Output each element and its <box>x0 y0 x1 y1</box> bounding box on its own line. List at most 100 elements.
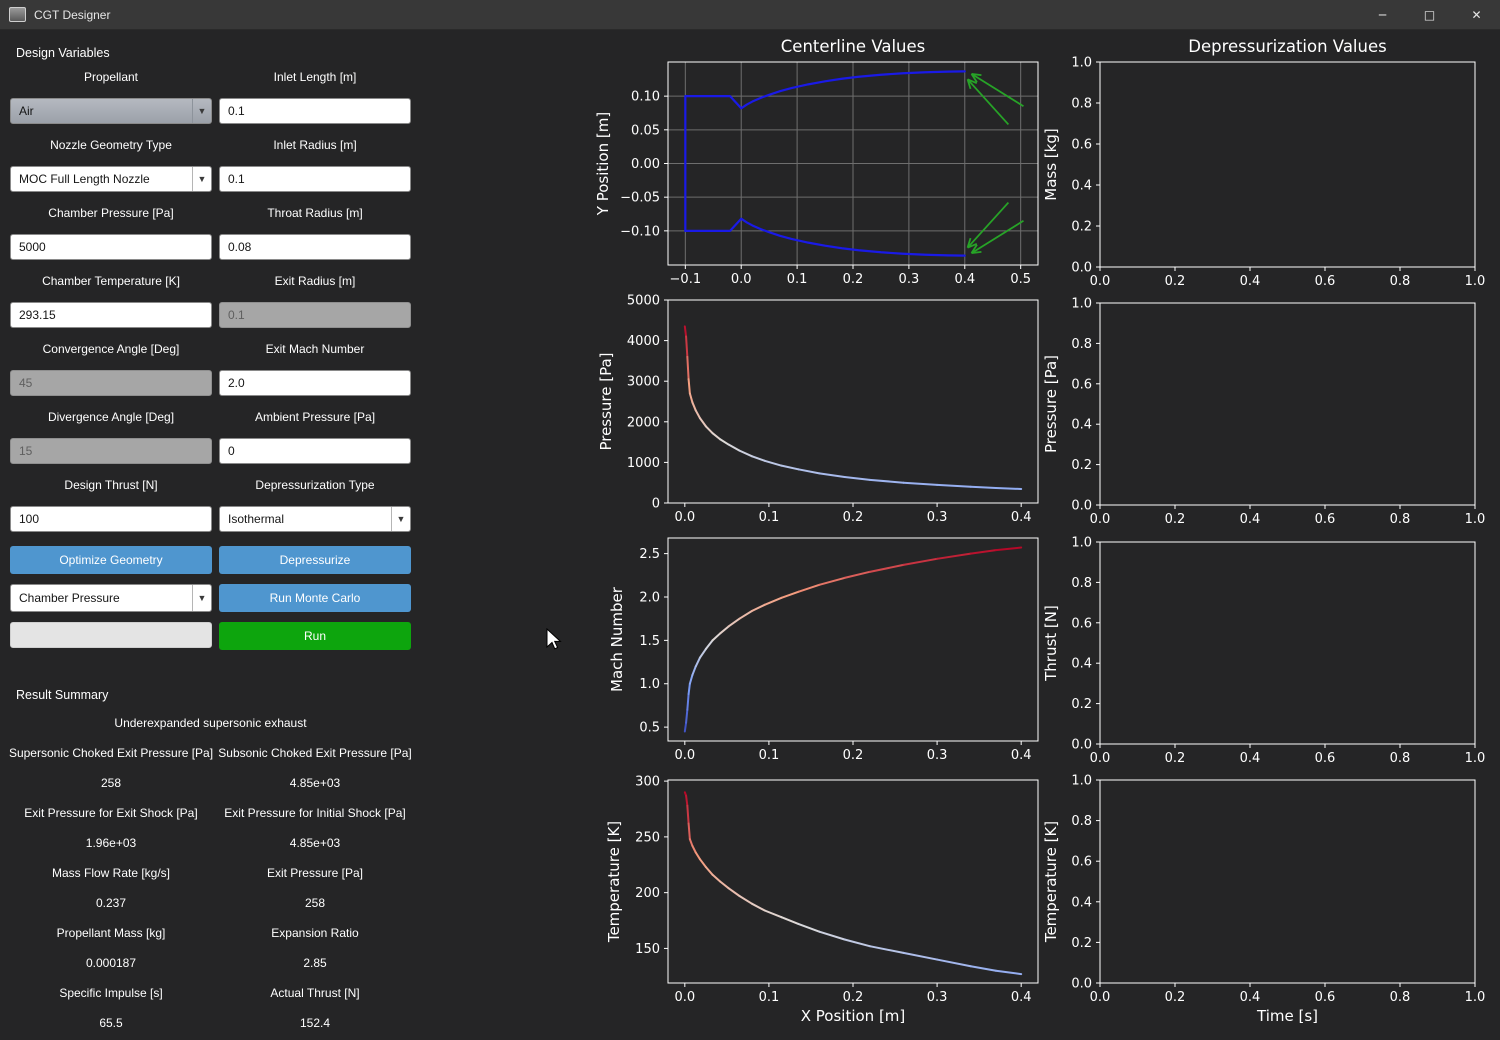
result-label: Supersonic Choked Exit Pressure [Pa] <box>10 738 212 768</box>
depressurization-type-select[interactable]: Isothermal ▼ <box>219 506 411 532</box>
svg-text:150: 150 <box>635 942 660 957</box>
results-grid: Underexpanded supersonic exhaust Superso… <box>10 708 424 1038</box>
svg-text:0.0: 0.0 <box>1071 977 1092 992</box>
ambient-pressure-label: Ambient Pressure [Pa] <box>219 410 411 425</box>
divergence-angle-label: Divergence Angle [Deg] <box>10 410 212 425</box>
design-thrust-label: Design Thrust [N] <box>10 478 212 493</box>
result-value: 1.96e+03 <box>10 828 212 858</box>
svg-text:1.0: 1.0 <box>1465 751 1486 766</box>
result-value: 258 <box>219 888 411 918</box>
depressurize-button[interactable]: Depressurize <box>219 546 411 574</box>
chart-depress-thrust: 0.00.20.40.60.81.00.00.20.40.60.81.0Thru… <box>1042 536 1485 767</box>
svg-text:1.0: 1.0 <box>1071 774 1092 789</box>
svg-text:0.2: 0.2 <box>1071 697 1092 712</box>
svg-text:0.3: 0.3 <box>927 748 948 763</box>
svg-text:0.3: 0.3 <box>927 990 948 1005</box>
exit-mach-label: Exit Mach Number <box>219 342 411 357</box>
design-thrust-input[interactable] <box>10 506 212 532</box>
svg-text:0.0: 0.0 <box>731 272 752 287</box>
svg-text:0.2: 0.2 <box>843 748 864 763</box>
maximize-button[interactable]: □ <box>1406 0 1453 30</box>
chart-depress-temperature: 0.00.20.40.60.81.00.00.20.40.60.81.0Temp… <box>1042 774 1485 1026</box>
svg-text:0.1: 0.1 <box>759 510 780 525</box>
result-value: 0.237 <box>10 888 212 918</box>
svg-text:0.10: 0.10 <box>631 90 660 105</box>
result-value: 152.4 <box>219 1008 411 1038</box>
svg-text:Temperature [K]: Temperature [K] <box>605 821 623 943</box>
result-summary-heading: Result Summary <box>16 688 424 702</box>
throat-radius-label: Throat Radius [m] <box>219 206 411 221</box>
svg-text:0.0: 0.0 <box>674 510 695 525</box>
svg-text:0.0: 0.0 <box>1090 274 1111 289</box>
svg-text:Thrust [N]: Thrust [N] <box>1042 605 1060 682</box>
chart-pressure: 0.00.10.20.30.4010002000300040005000Pres… <box>597 294 1038 526</box>
svg-text:200: 200 <box>635 886 660 901</box>
result-value: 65.5 <box>10 1008 212 1038</box>
svg-text:1.0: 1.0 <box>1071 536 1092 551</box>
svg-text:0.6: 0.6 <box>1071 616 1092 631</box>
chamber-temperature-input[interactable] <box>10 302 212 328</box>
svg-text:0.2: 0.2 <box>1165 512 1186 527</box>
svg-text:1.5: 1.5 <box>639 634 660 649</box>
plot-variable-select[interactable]: Chamber Pressure ▼ <box>10 584 212 612</box>
inlet-length-input[interactable] <box>219 98 411 124</box>
svg-text:Time [s]: Time [s] <box>1256 1007 1318 1025</box>
svg-text:Pressure [Pa]: Pressure [Pa] <box>1042 355 1060 453</box>
result-label: Subsonic Choked Exit Pressure [Pa] <box>219 738 411 768</box>
result-value: 0.000187 <box>10 948 212 978</box>
minimize-button[interactable]: ─ <box>1359 0 1406 30</box>
svg-text:0.4: 0.4 <box>1071 657 1092 672</box>
svg-text:0.6: 0.6 <box>1315 751 1336 766</box>
inlet-radius-input[interactable] <box>219 166 411 192</box>
svg-text:0.4: 0.4 <box>1240 274 1261 289</box>
optimize-geometry-button[interactable]: Optimize Geometry <box>10 546 212 574</box>
svg-text:1.0: 1.0 <box>1071 297 1092 312</box>
svg-text:0.6: 0.6 <box>1071 855 1092 870</box>
svg-text:Mach Number: Mach Number <box>608 586 626 692</box>
chamber-pressure-input[interactable] <box>10 234 212 260</box>
ambient-pressure-input[interactable] <box>219 438 411 464</box>
svg-text:0.8: 0.8 <box>1390 274 1411 289</box>
svg-text:0.8: 0.8 <box>1071 337 1092 352</box>
svg-text:0.3: 0.3 <box>899 272 920 287</box>
exit-mach-input[interactable] <box>219 370 411 396</box>
svg-text:0: 0 <box>652 497 660 512</box>
svg-text:0.6: 0.6 <box>1315 274 1336 289</box>
close-button[interactable]: ✕ <box>1453 0 1500 30</box>
chevron-down-icon: ▼ <box>192 99 211 123</box>
svg-text:0.4: 0.4 <box>1011 510 1032 525</box>
mouse-cursor <box>545 628 567 654</box>
svg-text:0.8: 0.8 <box>1390 512 1411 527</box>
svg-text:5000: 5000 <box>627 294 660 309</box>
svg-text:−0.10: −0.10 <box>620 224 660 239</box>
svg-text:0.1: 0.1 <box>759 990 780 1005</box>
propellant-select[interactable]: Air ▼ <box>10 98 212 124</box>
svg-text:0.4: 0.4 <box>1071 418 1092 433</box>
svg-text:0.4: 0.4 <box>1011 748 1032 763</box>
svg-text:0.4: 0.4 <box>1071 895 1092 910</box>
svg-text:2000: 2000 <box>627 415 660 430</box>
svg-text:−0.05: −0.05 <box>620 191 660 206</box>
svg-text:0.0: 0.0 <box>1090 751 1111 766</box>
svg-text:0.05: 0.05 <box>631 123 660 138</box>
depressurization-type-label: Depressurization Type <box>219 478 411 493</box>
app-icon <box>9 7 26 22</box>
progress-bar <box>10 622 212 648</box>
nozzle-type-select[interactable]: MOC Full Length Nozzle ▼ <box>10 166 212 192</box>
chamber-pressure-label: Chamber Pressure [Pa] <box>10 206 212 221</box>
convergence-angle-input <box>10 370 212 396</box>
run-monte-carlo-button[interactable]: Run Monte Carlo <box>219 584 411 612</box>
svg-text:0.4: 0.4 <box>1011 990 1032 1005</box>
result-label: Specific Impulse [s] <box>10 978 212 1008</box>
svg-text:0.5: 0.5 <box>1010 272 1031 287</box>
run-button[interactable]: Run <box>219 622 411 650</box>
design-variables-heading: Design Variables <box>16 46 424 60</box>
chart-mach-number: 0.00.10.20.30.40.51.01.52.02.5Mach Numbe… <box>608 538 1038 763</box>
result-label: Expansion Ratio <box>219 918 411 948</box>
inlet-radius-label: Inlet Radius [m] <box>219 138 411 153</box>
svg-text:0.4: 0.4 <box>954 272 975 287</box>
svg-text:Depressurization Values: Depressurization Values <box>1188 37 1386 56</box>
svg-text:0.6: 0.6 <box>1071 377 1092 392</box>
exit-radius-label: Exit Radius [m] <box>219 274 411 289</box>
throat-radius-input[interactable] <box>219 234 411 260</box>
